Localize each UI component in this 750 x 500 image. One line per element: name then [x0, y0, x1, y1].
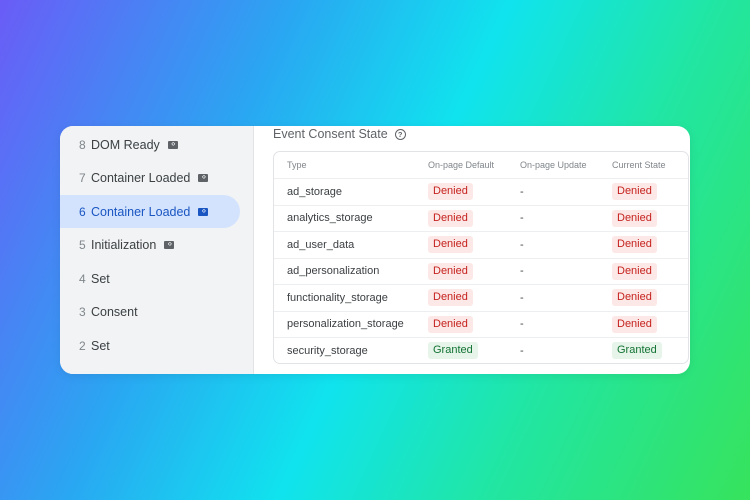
sidebar-item-container-loaded-6[interactable]: 6 Container Loaded: [60, 195, 240, 228]
table-row: security_storage Granted - Granted: [274, 337, 688, 363]
sidebar-item-set-4[interactable]: 4 Set: [60, 262, 240, 295]
consent-type: functionality_storage: [287, 291, 388, 304]
consent-type: personalization_storage: [287, 318, 404, 331]
status-badge: Denied: [428, 236, 473, 254]
event-number: 8: [79, 137, 86, 152]
table-row: ad_user_data Denied - Denied: [274, 231, 688, 258]
update-value: -: [520, 185, 524, 198]
event-number: 7: [79, 170, 86, 185]
sidebar-item-initialization[interactable]: 5 Initialization: [60, 228, 240, 261]
status-badge: Granted: [428, 342, 478, 360]
event-label: Container Loaded: [91, 204, 191, 219]
status-badge: Denied: [612, 183, 657, 201]
status-badge: Denied: [612, 315, 657, 333]
sidebar-item-dom-ready[interactable]: 8 DOM Ready: [60, 128, 240, 161]
event-timeline-sidebar: 8 DOM Ready 7 Container Loaded 6 Contain…: [60, 126, 254, 374]
status-badge: Denied: [428, 315, 473, 333]
table-row: personalization_storage Denied - Denied: [274, 310, 688, 338]
status-badge: Denied: [428, 183, 473, 201]
status-badge: Denied: [612, 262, 657, 280]
table-row: analytics_storage Denied - Denied: [274, 204, 688, 232]
status-badge: Denied: [428, 262, 473, 280]
sidebar-item-container-loaded-7[interactable]: 7 Container Loaded: [60, 161, 240, 194]
table-row: ad_personalization Denied - Denied: [274, 257, 688, 285]
event-number: 5: [79, 237, 86, 252]
consent-type: ad_storage: [287, 185, 343, 198]
event-number: 2: [79, 338, 86, 353]
tag-icon: [164, 238, 175, 250]
status-badge: Denied: [612, 236, 657, 254]
event-label: DOM Ready: [91, 137, 160, 152]
column-header-default: On-page Default: [428, 160, 495, 170]
event-label: Set: [91, 338, 110, 353]
help-icon[interactable]: ?: [394, 128, 406, 140]
table-header-row: Type On-page Default On-page Update Curr…: [274, 152, 688, 178]
update-value: -: [520, 265, 524, 278]
tag-icon: [198, 171, 209, 183]
event-number: 3: [79, 304, 86, 319]
column-header-update: On-page Update: [520, 160, 587, 170]
event-label: Set: [91, 271, 110, 286]
tag-icon: [167, 138, 178, 150]
status-badge: Granted: [612, 342, 662, 360]
update-value: -: [520, 291, 524, 304]
event-label: Consent: [91, 304, 138, 319]
sidebar-item-consent[interactable]: 3 Consent: [60, 295, 240, 328]
event-number: 4: [79, 271, 86, 286]
consent-type: security_storage: [287, 344, 368, 357]
consent-type: ad_user_data: [287, 238, 355, 251]
debug-panel-card: 8 DOM Ready 7 Container Loaded 6 Contain…: [60, 126, 690, 374]
status-badge: Denied: [612, 289, 657, 307]
update-value: -: [520, 318, 524, 331]
event-label: Initialization: [91, 237, 157, 252]
update-value: -: [520, 238, 524, 251]
section-title: Event Consent State ?: [273, 126, 406, 142]
status-badge: Denied: [428, 209, 473, 227]
consent-state-table: Type On-page Default On-page Update Curr…: [273, 151, 689, 364]
update-value: -: [520, 212, 524, 225]
table-row: ad_storage Denied - Denied: [274, 178, 688, 205]
status-badge: Denied: [612, 209, 657, 227]
update-value: -: [520, 344, 524, 357]
event-number: 6: [79, 204, 86, 219]
column-header-type: Type: [287, 160, 307, 170]
tag-icon: [198, 205, 209, 217]
consent-type: ad_personalization: [287, 265, 380, 278]
consent-type: analytics_storage: [287, 212, 373, 225]
section-title-text: Event Consent State: [273, 127, 388, 141]
event-label: Container Loaded: [91, 170, 191, 185]
status-badge: Denied: [428, 289, 473, 307]
table-row: functionality_storage Denied - Denied: [274, 284, 688, 311]
column-header-current: Current State: [612, 160, 666, 170]
sidebar-item-set-2[interactable]: 2 Set: [60, 329, 240, 362]
